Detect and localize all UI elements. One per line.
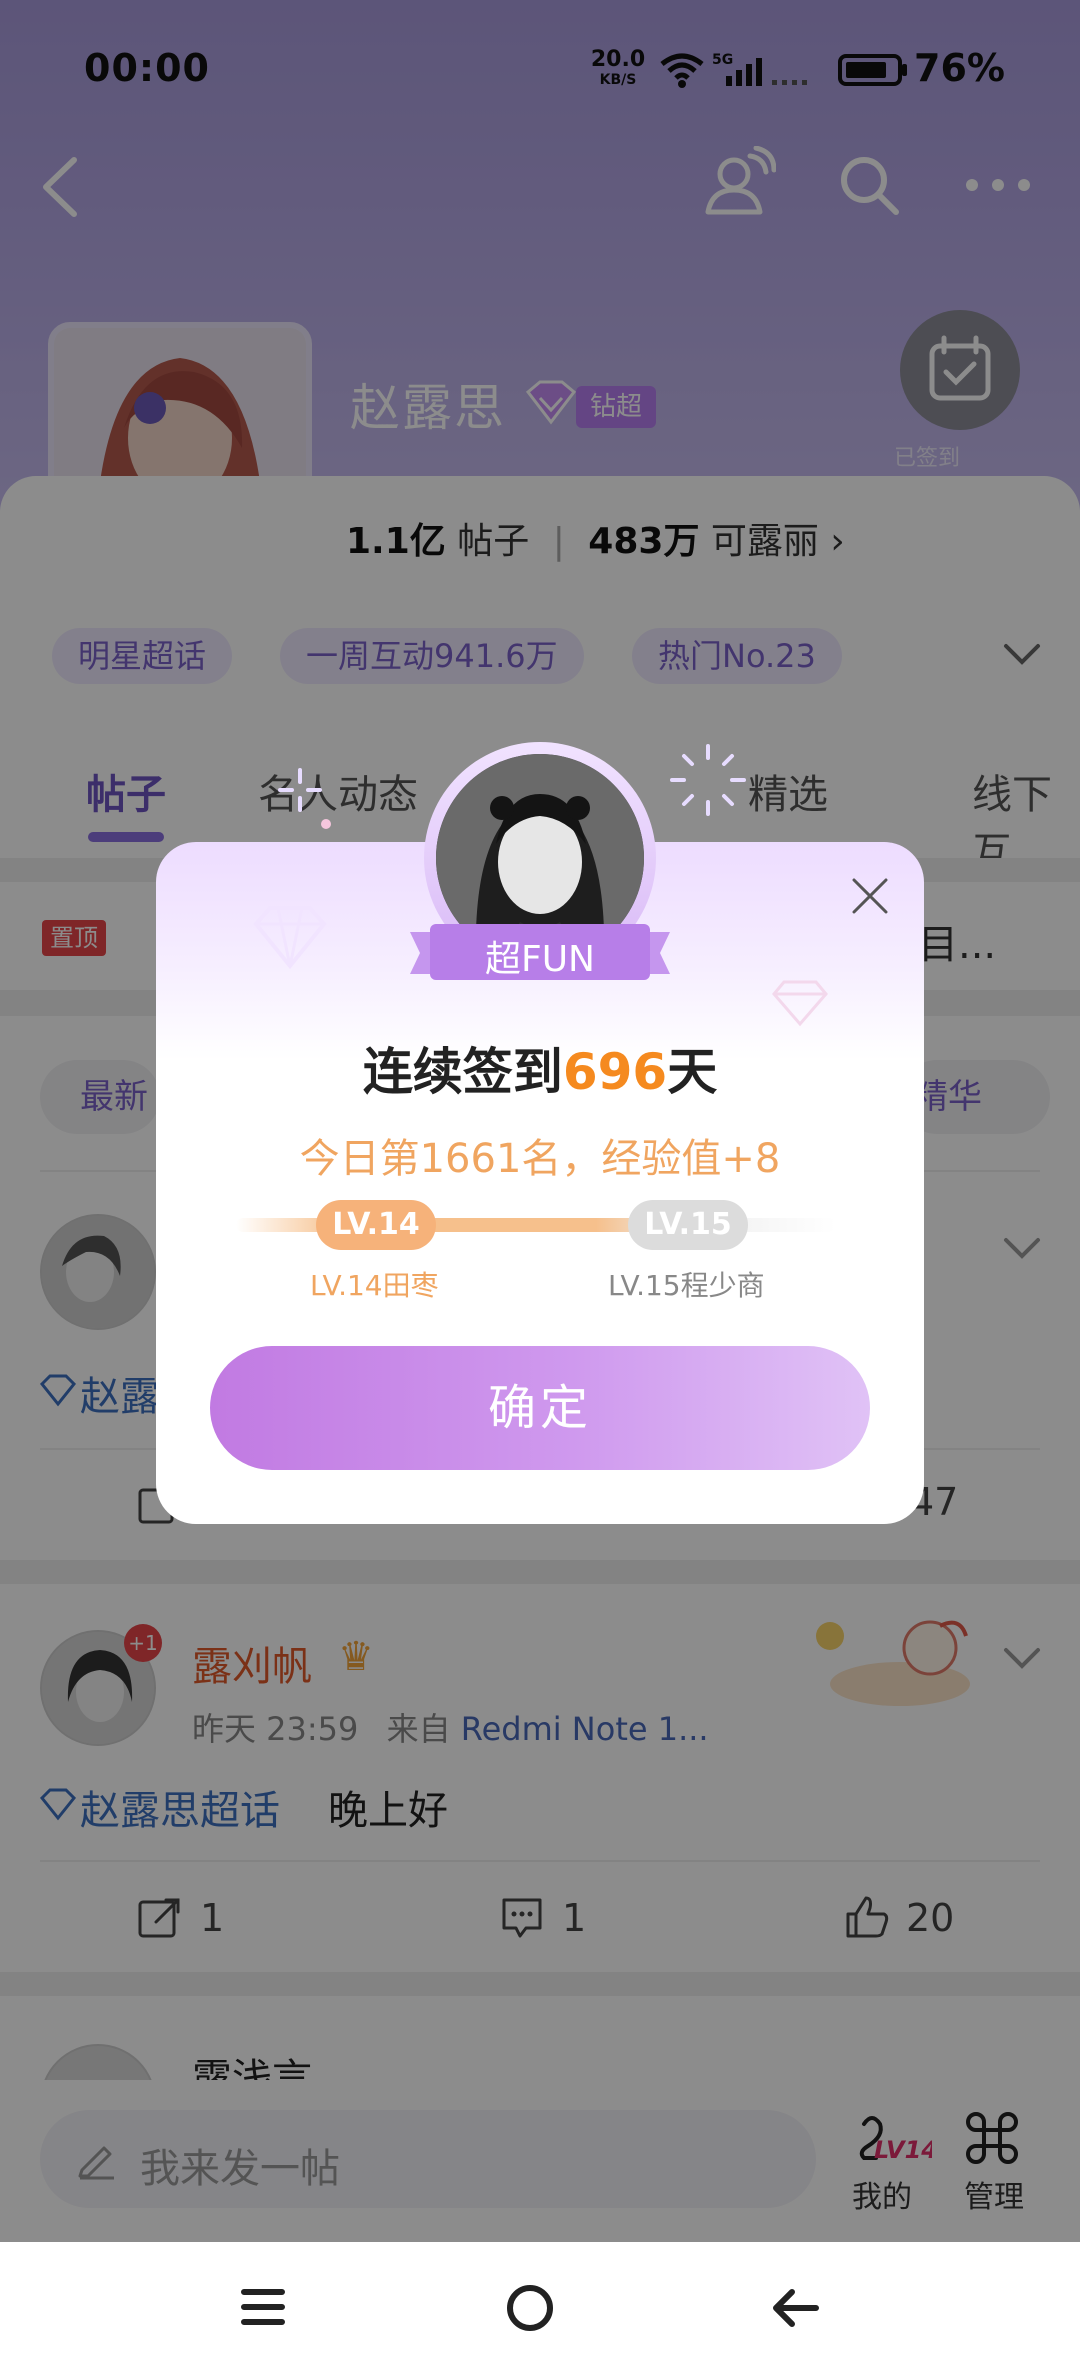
ribbon-label: 超FUN xyxy=(485,939,595,980)
streak-days: 696 xyxy=(562,1043,668,1101)
title-suffix: 天 xyxy=(667,1043,718,1101)
close-icon[interactable] xyxy=(850,876,890,916)
confirm-button[interactable]: 确定 xyxy=(210,1346,870,1470)
home-circle-icon[interactable] xyxy=(504,2282,556,2334)
next-level-pill: LV.15 xyxy=(628,1200,748,1250)
title-prefix: 连续签到 xyxy=(362,1043,563,1101)
sparkle-icon xyxy=(278,768,331,829)
back-icon[interactable] xyxy=(770,2284,822,2332)
diamond-decoration-icon xyxy=(772,980,828,1027)
next-level-caption: LV.15程少商 xyxy=(608,1269,765,1302)
checkin-streak-title: 连续签到696天 xyxy=(156,1032,924,1104)
menu-icon[interactable] xyxy=(240,2284,286,2330)
diamond-decoration-icon xyxy=(253,906,327,970)
current-level-caption: LV.14田枣 xyxy=(310,1269,439,1302)
checkin-rank-subtitle: 今日第1661名，经验值+8 xyxy=(299,1136,781,1182)
system-navigation-bar xyxy=(0,2242,1080,2373)
sparkle-icon xyxy=(670,744,746,816)
current-level-pill: LV.14 xyxy=(316,1200,436,1250)
